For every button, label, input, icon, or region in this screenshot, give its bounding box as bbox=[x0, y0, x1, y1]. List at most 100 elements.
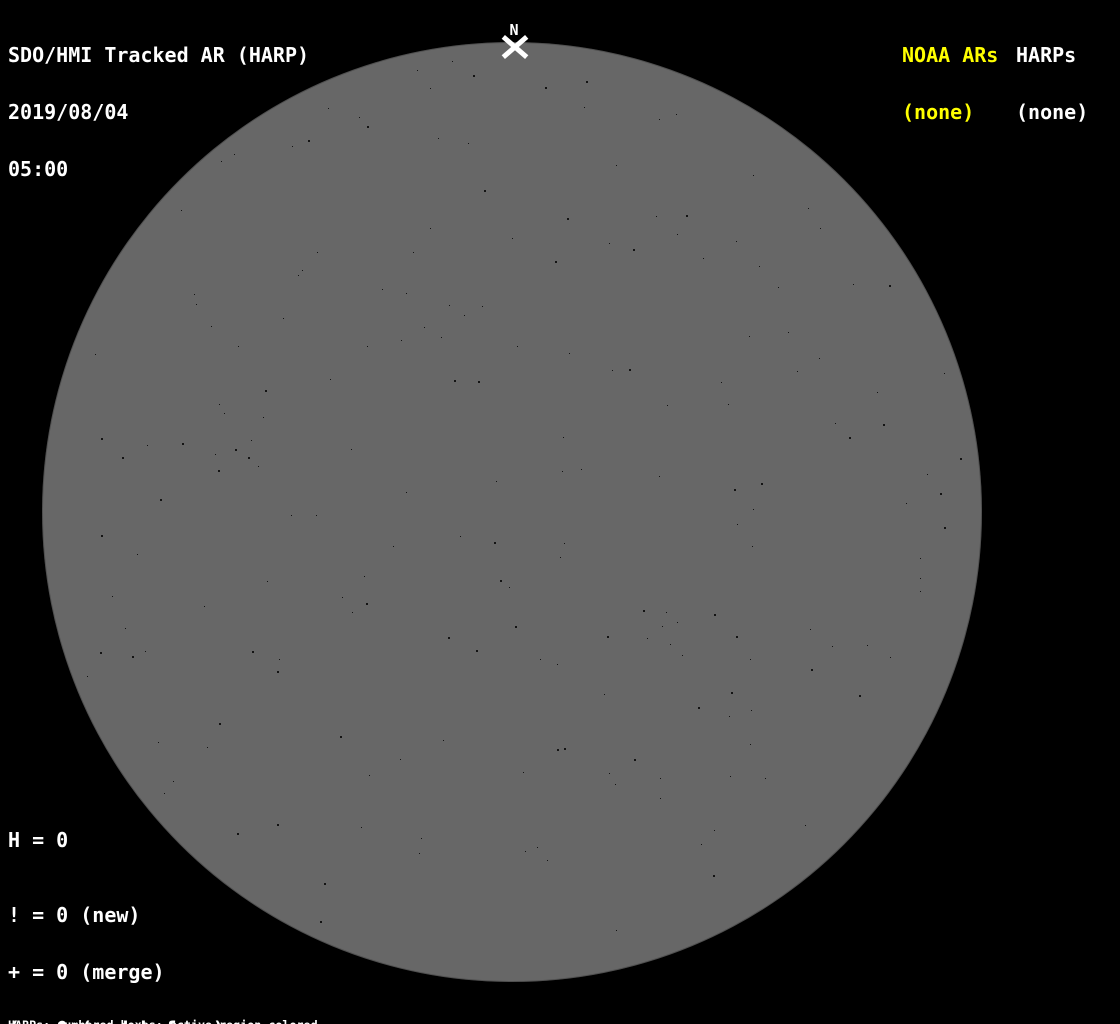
speckle-dot bbox=[382, 289, 383, 290]
speckle-dot bbox=[890, 657, 891, 658]
speckle-dot bbox=[452, 61, 453, 62]
speckle-dot bbox=[173, 781, 174, 782]
speckle-dot bbox=[494, 542, 496, 544]
north-pole-x-marker-icon bbox=[501, 34, 529, 59]
speckle-dot bbox=[351, 449, 352, 450]
speckle-dot bbox=[616, 165, 617, 166]
speckle-dot bbox=[586, 81, 588, 83]
speckle-dot bbox=[419, 853, 420, 854]
speckle-dot bbox=[752, 546, 753, 547]
speckle-dot bbox=[316, 515, 317, 516]
speckle-dot bbox=[251, 440, 252, 441]
speckle-dot bbox=[612, 370, 613, 371]
speckle-dot bbox=[677, 234, 678, 235]
speckle-dot bbox=[607, 636, 609, 638]
speckle-dot bbox=[686, 215, 688, 217]
speckle-dot bbox=[749, 336, 750, 337]
speckle-dot bbox=[634, 759, 636, 761]
harps-value: (none) bbox=[1016, 100, 1089, 124]
noaa-ars-label: NOAA ARs bbox=[902, 43, 999, 67]
speckle-dot bbox=[324, 883, 326, 885]
speckle-dot bbox=[158, 742, 159, 743]
harp-plot-frame: SDO/HMI Tracked AR (HARP) 2019/08/04 05:… bbox=[0, 0, 1120, 1024]
speckle-dot bbox=[424, 327, 425, 328]
speckle-dot bbox=[656, 216, 657, 217]
noaa-ars-status: NOAA ARs (none) bbox=[902, 8, 998, 160]
speckle-dot bbox=[359, 117, 360, 118]
speckle-dot bbox=[509, 587, 510, 588]
speckle-dot bbox=[219, 404, 220, 405]
speckle-dot bbox=[728, 404, 729, 405]
speckle-dot bbox=[517, 346, 518, 347]
speckle-dot bbox=[320, 921, 322, 923]
speckle-dot bbox=[581, 469, 582, 470]
speckle-dot bbox=[369, 775, 370, 776]
speckle-dot bbox=[248, 457, 250, 459]
speckle-dot bbox=[438, 138, 439, 139]
speckle-dot bbox=[235, 449, 237, 451]
speckle-dot bbox=[660, 778, 661, 779]
speckle-dot bbox=[224, 413, 225, 414]
speckle-dot bbox=[540, 659, 541, 660]
speckle-dot bbox=[940, 493, 942, 495]
caption-harps: HARPs: numbered boxes; active region col… bbox=[8, 1019, 416, 1024]
speckle-dot bbox=[478, 381, 480, 383]
speckle-dot bbox=[564, 748, 566, 750]
speckle-dot bbox=[164, 793, 165, 794]
speckle-dot bbox=[393, 546, 394, 547]
speckle-dot bbox=[714, 614, 716, 616]
speckle-dot bbox=[182, 443, 184, 445]
plot-date: 2019/08/04 bbox=[8, 100, 129, 124]
speckle-dot bbox=[811, 669, 813, 671]
legend-row-new: ! = 0 (new) bbox=[8, 903, 141, 927]
speckle-dot bbox=[219, 723, 221, 725]
speckle-dot bbox=[413, 252, 414, 253]
plot-title: SDO/HMI Tracked AR (HARP) bbox=[8, 43, 310, 67]
speckle-dot bbox=[496, 481, 497, 482]
harp-count-line: H = 0 bbox=[8, 828, 69, 852]
speckle-dot bbox=[101, 438, 103, 440]
speckle-dot bbox=[512, 238, 513, 239]
speckle-dot bbox=[328, 108, 329, 109]
speckle-dot bbox=[667, 405, 668, 406]
speckle-dot bbox=[401, 340, 402, 341]
speckle-dot bbox=[557, 664, 558, 665]
speckle-dot bbox=[366, 603, 368, 605]
speckle-dot bbox=[430, 228, 431, 229]
title-block: SDO/HMI Tracked AR (HARP) 2019/08/04 05:… bbox=[8, 8, 309, 217]
speckle-dot bbox=[670, 644, 671, 645]
speckle-dot bbox=[808, 208, 809, 209]
speckle-dot bbox=[736, 241, 737, 242]
speckle-dot bbox=[160, 499, 162, 501]
speckle-dot bbox=[731, 692, 733, 694]
speckle-dot bbox=[367, 126, 369, 128]
speckle-dot bbox=[713, 875, 715, 877]
speckle-dot bbox=[737, 524, 738, 525]
speckle-dot bbox=[421, 838, 422, 839]
speckle-dot bbox=[468, 143, 469, 144]
speckle-dot bbox=[944, 527, 946, 529]
speckle-dot bbox=[125, 628, 126, 629]
speckle-dot bbox=[283, 318, 284, 319]
speckle-dot bbox=[736, 636, 738, 638]
speckle-dot bbox=[927, 474, 928, 475]
legend-row-merge: + = 0 (merge) bbox=[8, 960, 165, 984]
speckle-dot bbox=[944, 373, 945, 374]
speckle-dot bbox=[137, 554, 138, 555]
speckle-dot bbox=[906, 503, 907, 504]
speckle-dot bbox=[443, 740, 444, 741]
speckle-dot bbox=[920, 591, 921, 592]
speckle-dot bbox=[406, 492, 407, 493]
speckle-dot bbox=[883, 424, 885, 426]
speckle-dot bbox=[464, 315, 465, 316]
speckle-dot bbox=[701, 844, 702, 845]
speckle-dot bbox=[797, 371, 798, 372]
speckle-dot bbox=[877, 392, 878, 393]
noaa-ars-value: (none) bbox=[902, 100, 975, 124]
speckle-dot bbox=[204, 606, 205, 607]
speckle-dot bbox=[604, 694, 605, 695]
speckle-dot bbox=[361, 827, 362, 828]
speckle-dot bbox=[729, 716, 730, 717]
speckle-dot bbox=[677, 622, 678, 623]
speckle-dot bbox=[441, 337, 442, 338]
